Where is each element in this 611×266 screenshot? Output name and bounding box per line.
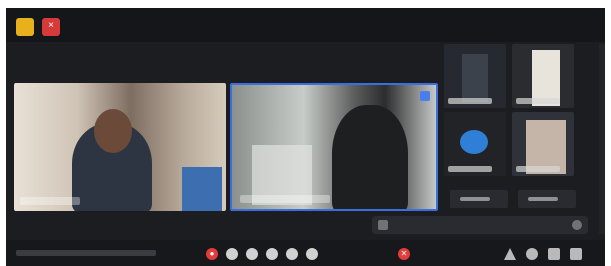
record-glyph: ● — [209, 249, 215, 258]
avatar — [460, 130, 488, 154]
mini-control-1[interactable] — [450, 190, 508, 208]
participant-tile-small-1[interactable] — [444, 44, 506, 108]
participant-controls — [444, 190, 594, 208]
participant-name-label — [448, 98, 492, 104]
participant-tile-main-2[interactable] — [230, 83, 438, 211]
meeting-info — [16, 250, 156, 256]
end-call-icon[interactable]: ✕ — [398, 248, 410, 260]
participant-tile-main-1[interactable] — [14, 83, 226, 211]
mic-icon[interactable] — [226, 248, 238, 260]
participants-icon[interactable] — [286, 248, 298, 260]
grid-icon[interactable] — [548, 248, 560, 260]
chat-icon — [378, 220, 388, 230]
settings-icon[interactable] — [526, 248, 538, 260]
end-call-glyph: ✕ — [400, 249, 408, 258]
participant-name-label — [448, 166, 492, 172]
mini-control-2[interactable] — [518, 190, 576, 208]
mini-control-label — [460, 197, 490, 201]
participant-name-label — [516, 98, 560, 104]
close-icon[interactable]: × — [42, 18, 60, 36]
participant-name-label — [240, 195, 330, 203]
participant-tile-small-3[interactable] — [444, 112, 506, 176]
more-icon[interactable] — [306, 248, 318, 260]
top-bar: × — [6, 8, 605, 42]
mini-control-label — [528, 197, 558, 201]
participant-name-label — [516, 166, 560, 172]
send-icon[interactable] — [572, 220, 582, 230]
chat-input-bar[interactable] — [372, 216, 588, 234]
participant-silhouette — [332, 105, 408, 209]
call-toolbar: ● ✕ — [6, 240, 605, 266]
participant-tile-small-4[interactable] — [512, 112, 574, 176]
chat-input[interactable] — [394, 218, 558, 232]
share-screen-icon[interactable] — [266, 248, 278, 260]
participant-shirt — [182, 167, 222, 211]
pin-icon[interactable] — [420, 91, 430, 101]
participant-thumbnail — [462, 54, 488, 102]
warning-icon[interactable] — [504, 248, 516, 260]
record-icon[interactable]: ● — [206, 248, 218, 260]
video-call-window: × ● ✕ — [6, 8, 605, 266]
minimize-icon[interactable] — [16, 18, 34, 36]
participant-tile-small-2[interactable] — [512, 44, 574, 108]
participant-name-label — [20, 197, 80, 205]
camera-icon[interactable] — [246, 248, 258, 260]
close-glyph: × — [48, 20, 54, 31]
participant-head — [94, 109, 132, 153]
scrollbar[interactable] — [599, 44, 605, 234]
fullscreen-icon[interactable] — [570, 248, 582, 260]
